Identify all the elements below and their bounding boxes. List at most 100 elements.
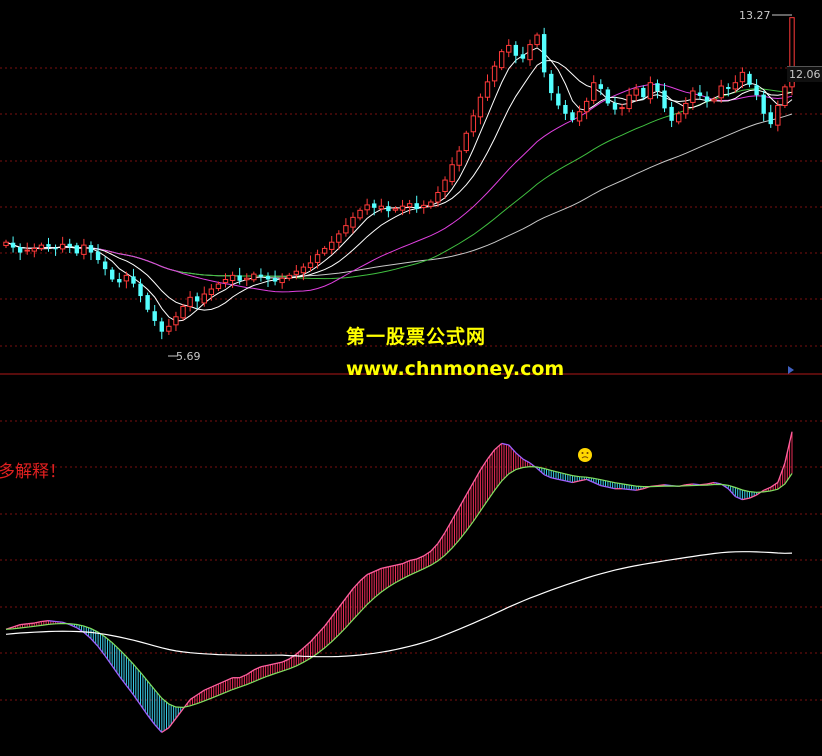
macd-diff-line	[225, 677, 233, 682]
candle-down	[612, 102, 618, 110]
candle-down	[102, 261, 108, 270]
candle-down	[110, 269, 115, 280]
candle-up	[180, 305, 186, 319]
macd-diff-line	[267, 663, 276, 666]
candle-up	[293, 270, 300, 275]
macd-diff-line	[586, 478, 594, 484]
macd-diff-line	[41, 620, 49, 623]
candle-up	[392, 208, 399, 211]
macd-diff-line	[388, 564, 396, 568]
macd-diff-line	[522, 458, 531, 464]
candle-down	[372, 203, 377, 208]
scroll-arrow-icon	[788, 366, 794, 374]
candle-up	[775, 105, 781, 126]
candle-up	[435, 192, 441, 203]
macd-diff-line	[572, 480, 580, 484]
candle-down	[513, 44, 519, 56]
macd-diff-line	[218, 680, 226, 685]
macd-diff-line	[529, 462, 538, 469]
candle-up	[576, 111, 583, 122]
candle-down	[74, 245, 80, 254]
candle-up	[583, 100, 590, 113]
candle-up	[739, 71, 746, 83]
macd-diff-line	[147, 714, 156, 725]
macd-diff-line	[494, 442, 503, 451]
candle-down	[641, 87, 646, 98]
candle-down	[605, 89, 611, 104]
candle-up	[399, 205, 406, 211]
macd-diff-line	[317, 625, 326, 635]
candle-up	[321, 247, 328, 254]
macd-diff-line	[204, 686, 212, 691]
macd-diff-line	[742, 497, 750, 501]
macd-diff-line	[749, 494, 757, 499]
macd-diff-line	[83, 631, 92, 640]
macd-diff-line	[565, 480, 573, 484]
macd-diff-line	[423, 550, 432, 557]
candle-up	[676, 113, 682, 123]
candle-down	[159, 321, 164, 332]
high-price-label: 13.27	[739, 9, 771, 22]
candle-down	[265, 276, 271, 280]
candle-down	[662, 90, 667, 109]
macd-diff-line	[451, 507, 460, 521]
candle-up	[314, 254, 321, 263]
macd-diff-line	[515, 452, 524, 460]
macd-diff-line	[600, 484, 609, 488]
macd-diff-line	[430, 542, 439, 552]
candle-down	[549, 73, 554, 94]
ma-long-magenta-line	[5, 83, 793, 293]
macd-diff-line	[472, 469, 481, 483]
candle-up	[24, 249, 30, 252]
candle-up	[633, 88, 639, 96]
macd-diff-line	[629, 488, 637, 491]
macd-diff-line	[763, 486, 772, 491]
candle-down	[669, 106, 674, 121]
macd-diff-line	[352, 580, 361, 590]
candle-down	[697, 92, 703, 96]
macd-diff-line	[175, 708, 184, 719]
candle-down	[17, 247, 23, 253]
candle-down	[541, 34, 547, 73]
candle-up	[357, 209, 363, 219]
candle-up	[31, 247, 38, 252]
candle-down	[145, 295, 150, 310]
macd-diff-line	[125, 685, 134, 696]
macd-diff-line	[132, 694, 142, 706]
macd-diff-line	[281, 658, 290, 663]
macd-diff-line	[331, 607, 340, 618]
candle-up	[208, 288, 215, 295]
macd-diff-line	[784, 431, 793, 464]
macd-diff-line	[359, 574, 368, 582]
candle-down	[46, 244, 51, 247]
macd-diff-line	[288, 653, 297, 660]
candle-up	[279, 277, 285, 284]
candle-up	[201, 293, 207, 304]
macd-diff-line	[111, 665, 120, 677]
macd-diff-line	[551, 477, 559, 480]
macd-diff-line	[274, 661, 283, 665]
macd-diff-line	[48, 620, 56, 623]
candle-down	[414, 203, 419, 210]
current-price-label: 12.06	[787, 66, 822, 82]
macd-diff-line	[324, 616, 333, 627]
macd-diff-line	[437, 532, 446, 544]
candle-up	[343, 225, 349, 234]
candle-down	[258, 274, 264, 277]
candle-up	[463, 132, 469, 152]
candle-up	[3, 241, 9, 247]
watermark-url[interactable]: www.chnmoney.com	[346, 358, 564, 380]
watermark-title: 第一股票公式网	[346, 326, 487, 348]
macd-diff-line	[579, 478, 587, 482]
macd-diff-line	[140, 704, 149, 716]
macd-diff-line	[770, 481, 779, 488]
candle-up	[378, 205, 384, 210]
candle-up	[59, 243, 66, 250]
macd-diff-line	[621, 488, 630, 491]
macd-diff-line	[593, 481, 602, 487]
candle-down	[761, 94, 766, 114]
macd-diff-line	[196, 689, 205, 696]
candle-down	[53, 248, 58, 250]
macd-diff-line	[685, 483, 693, 486]
macd-diff-line	[735, 495, 743, 501]
